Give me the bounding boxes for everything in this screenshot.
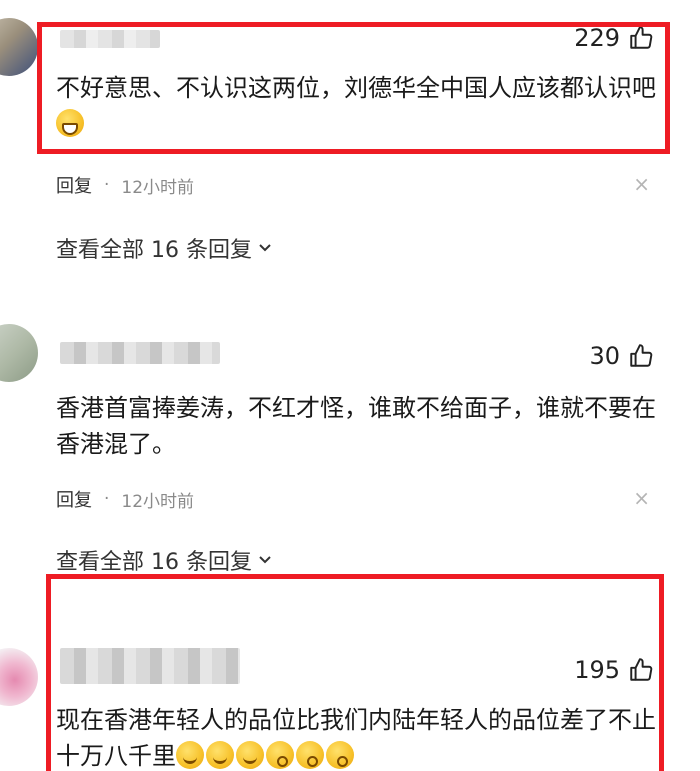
- kiss-emoji-icon: [266, 741, 294, 769]
- like-button[interactable]: 195: [574, 656, 654, 684]
- comment-meta: 回复 · 12小时前: [56, 172, 194, 198]
- blurred-username[interactable]: [60, 342, 220, 364]
- grin-emoji-icon: [56, 109, 84, 137]
- close-icon[interactable]: ×: [633, 486, 650, 510]
- view-replies-link[interactable]: 查看全部 16 条回复: [56, 232, 272, 264]
- blurred-username[interactable]: [60, 30, 160, 48]
- comment-text: 香港首富捧姜涛，不红才怪，谁敢不给面子，谁就不要在香港混了。: [56, 394, 656, 458]
- chevron-down-icon: [259, 556, 271, 564]
- timestamp: 12小时前: [121, 491, 195, 512]
- like-count: 195: [574, 656, 620, 684]
- user-avatar[interactable]: [0, 18, 38, 76]
- smirk-emoji-icon: [236, 741, 264, 769]
- user-avatar[interactable]: [0, 648, 38, 706]
- comment-text: 不好意思、不认识这两位，刘德华全中国人应该都认识吧: [56, 70, 656, 142]
- separator-dot: ·: [104, 175, 110, 195]
- user-avatar[interactable]: [0, 324, 38, 382]
- like-count: 30: [589, 342, 620, 370]
- reply-button[interactable]: 回复: [56, 172, 92, 198]
- reply-button[interactable]: 回复: [56, 486, 92, 512]
- view-replies-link[interactable]: 查看全部 16 条回复: [56, 544, 272, 576]
- blurred-username[interactable]: [60, 648, 240, 684]
- thumbs-up-icon: [630, 26, 653, 49]
- close-icon[interactable]: ×: [633, 172, 650, 196]
- kiss-emoji-icon: [326, 741, 354, 769]
- chevron-down-icon: [259, 244, 271, 252]
- comment-text: 现在香港年轻人的品位比我们内陆年轻人的品位差了不止十万八千里: [56, 706, 656, 770]
- thumbs-up-icon: [630, 658, 653, 681]
- smirk-emoji-icon: [176, 741, 204, 769]
- smirk-emoji-icon: [206, 741, 234, 769]
- separator-dot: ·: [104, 489, 110, 509]
- like-button[interactable]: 30: [589, 342, 654, 370]
- thumbs-up-icon: [630, 344, 653, 367]
- like-count: 229: [574, 24, 620, 52]
- like-button[interactable]: 229: [574, 24, 654, 52]
- comment-meta: 回复 · 12小时前: [56, 486, 194, 512]
- timestamp: 12小时前: [121, 177, 195, 198]
- kiss-emoji-icon: [296, 741, 324, 769]
